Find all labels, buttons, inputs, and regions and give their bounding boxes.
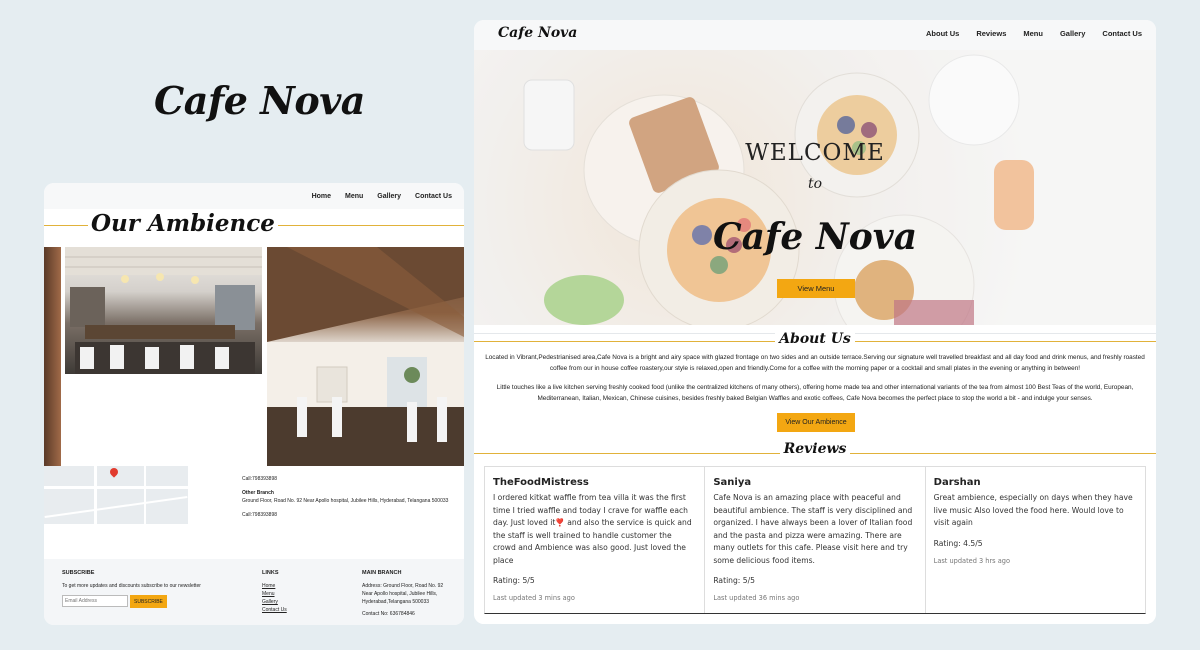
branch-address-block: Call:798393898 Other Branch Ground Floor… xyxy=(242,475,462,519)
reviewer-name: TheFoodMistress xyxy=(493,477,589,488)
ambience-page-preview: Home Menu Gallery Contact Us Our Ambienc… xyxy=(44,183,464,625)
ambience-photo-dining[interactable] xyxy=(267,247,464,466)
review-updated: Last updated 3 hrs ago xyxy=(933,556,1010,565)
review-rating: Rating: 5/5 xyxy=(713,576,756,585)
hero-welcome: WELCOME xyxy=(745,140,885,166)
call-number: Call:798393898 xyxy=(242,476,278,482)
ambience-heading-row: Our Ambience xyxy=(44,209,464,247)
review-text: Great ambience, especially on days when … xyxy=(933,493,1133,527)
about-paragraph-1: Located in Vibrant,Pedestrianised area,C… xyxy=(485,354,1145,372)
nav-menu[interactable]: Menu xyxy=(345,193,363,200)
main-branch-heading: MAIN BRANCH xyxy=(362,570,402,576)
review-text: Cafe Nova is an amazing place with peace… xyxy=(713,493,913,565)
map-pin-icon[interactable] xyxy=(108,466,120,478)
subscribe-heading: SUBSCRIBE xyxy=(62,570,95,576)
home-page-preview: Cafe Nova About Us Reviews Menu Gallery … xyxy=(474,20,1156,624)
hero-to: to xyxy=(807,176,823,192)
email-input[interactable] xyxy=(62,595,128,607)
view-menu-button[interactable]: View Menu xyxy=(777,279,855,298)
review-card: Saniya Cafe Nova is an amazing place wit… xyxy=(705,467,926,613)
nav-gallery[interactable]: Gallery xyxy=(1060,29,1085,38)
reviews-section: Reviews TheFoodMistress I ordered kitkat… xyxy=(474,441,1156,624)
ambience-gallery xyxy=(44,247,464,466)
call-number-2: Call:798393898 xyxy=(242,512,278,518)
view-ambience-button[interactable]: View Our Ambience xyxy=(777,413,855,432)
reviewer-name: Darshan xyxy=(933,477,981,488)
location-map[interactable] xyxy=(44,466,188,524)
review-card: Darshan Great ambience, especially on da… xyxy=(926,467,1145,613)
nav-about-us[interactable]: About Us xyxy=(926,29,959,38)
subscribe-button[interactable]: SUBSCRIBE xyxy=(130,595,167,608)
ambience-photo-interior[interactable] xyxy=(65,247,262,374)
subscribe-section: SUBSCRIBE To get more updates and discou… xyxy=(62,569,222,608)
nav-home[interactable]: Home xyxy=(312,193,331,200)
nav-gallery[interactable]: Gallery xyxy=(377,193,401,200)
main-branch-section: MAIN BRANCH Address: Ground Floor, Road … xyxy=(362,569,452,618)
nav-reviews[interactable]: Reviews xyxy=(976,29,1006,38)
nav-contact-us[interactable]: Contact Us xyxy=(1102,29,1142,38)
about-paragraph-2: Little touches like a live kitchen servi… xyxy=(496,384,1134,402)
reviews-title: Reviews xyxy=(474,441,1156,457)
review-updated: Last updated 3 mins ago xyxy=(493,594,575,602)
subscribe-text: To get more updates and discounts subscr… xyxy=(62,583,201,589)
footer-link-gallery[interactable]: Gallery xyxy=(262,598,332,606)
links-section: LINKS Home Menu Gallery Contact Us xyxy=(262,569,332,614)
left-navbar: Home Menu Gallery Contact Us xyxy=(44,183,464,209)
ambience-photo-partial[interactable] xyxy=(44,247,61,466)
nav-menu[interactable]: Menu xyxy=(1023,29,1043,38)
review-card: TheFoodMistress I ordered kitkat waffle … xyxy=(485,467,706,613)
nav-contact-us[interactable]: Contact Us xyxy=(415,193,452,200)
main-navbar: Cafe Nova About Us Reviews Menu Gallery … xyxy=(474,20,1156,50)
brand-logo: Cafe Nova xyxy=(154,78,365,123)
contact-number: Contact No: 636784846 xyxy=(362,611,415,617)
about-section: About Us Located in Vibrant,Pedestrianis… xyxy=(474,331,1156,454)
footer-link-home[interactable]: Home xyxy=(262,582,332,590)
reviews-grid: TheFoodMistress I ordered kitkat waffle … xyxy=(484,466,1146,614)
links-heading: LINKS xyxy=(262,570,279,576)
footer-link-contact-us[interactable]: Contact Us xyxy=(262,606,332,614)
review-updated: Last updated 36 mins ago xyxy=(713,594,800,602)
navbar-brand[interactable]: Cafe Nova xyxy=(498,25,577,41)
about-title: About Us xyxy=(474,331,1156,347)
hero-brand: Cafe Nova xyxy=(712,216,918,258)
review-rating: Rating: 5/5 xyxy=(493,576,535,585)
main-branch-address: Address: Ground Floor, Road No. 92 Near … xyxy=(362,583,444,605)
other-branch-label: Other Branch xyxy=(242,490,274,496)
review-text: I ordered kitkat waffle from tea villa i… xyxy=(493,493,692,565)
reviewer-name: Saniya xyxy=(713,477,752,488)
footer: SUBSCRIBE To get more updates and discou… xyxy=(44,559,464,625)
review-rating: Rating: 4.5/5 xyxy=(933,538,983,548)
other-branch-address: Ground Floor, Road No. 92 Near Apollo ho… xyxy=(242,498,449,504)
ambience-title: Our Ambience xyxy=(88,210,278,237)
footer-link-menu[interactable]: Menu xyxy=(262,590,332,598)
